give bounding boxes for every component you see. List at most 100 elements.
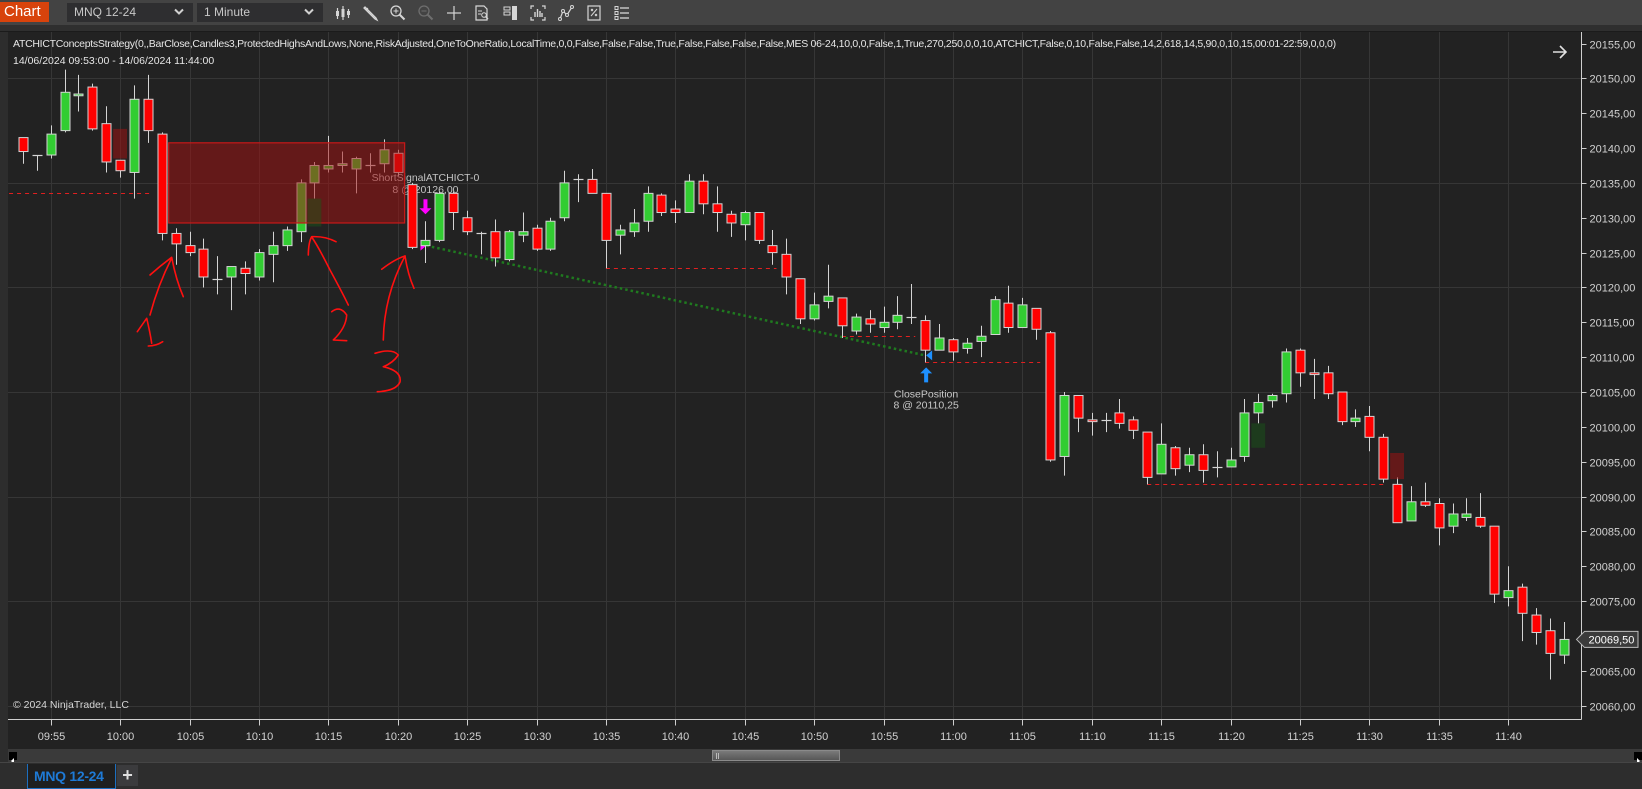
price-tick-label: 20095,00 <box>1590 458 1636 470</box>
candle-body-up <box>545 220 556 250</box>
last-price-label: 20069,50 <box>1589 634 1635 646</box>
candle-body-up <box>1503 590 1514 599</box>
candle-body-down <box>1531 614 1542 633</box>
scrollbar-thumb[interactable] <box>712 750 840 761</box>
time-tick-label: 11:25 <box>1287 731 1314 743</box>
bullish-zone[interactable] <box>1251 423 1266 448</box>
candle-body-up <box>1184 454 1195 466</box>
price-tick-label: 20090,00 <box>1590 493 1636 505</box>
scroll-left-button[interactable] <box>9 752 17 764</box>
date-range-label: 14/06/2024 09:53:00 - 14/06/2024 11:44:0… <box>13 55 215 67</box>
price-tick-label: 20060,00 <box>1590 702 1636 714</box>
navigate-right-arrow-icon[interactable] <box>1551 44 1569 60</box>
candle <box>1392 477 1403 524</box>
candle-body-down <box>407 184 418 248</box>
candle-body-up <box>823 295 834 302</box>
bearish-zone[interactable] <box>1390 452 1404 480</box>
candle-body-down <box>1031 307 1042 330</box>
candle-body-down <box>948 339 959 353</box>
candle-body-down <box>1337 391 1348 423</box>
time-tick-label: 10:20 <box>385 731 413 743</box>
candle-body-up <box>809 304 820 320</box>
crosshair-icon[interactable] <box>445 4 463 22</box>
candle-body-down <box>101 123 112 163</box>
candle-body-down <box>198 248 209 278</box>
candle <box>754 212 765 244</box>
candle-body-up <box>1267 394 1278 402</box>
templates-icon[interactable] <box>585 4 603 22</box>
candle-body-down <box>754 212 765 241</box>
chevron-down-icon <box>174 8 184 15</box>
time-tick-label: 10:45 <box>732 731 760 743</box>
copyright-label: © 2024 NinjaTrader, LLC <box>13 699 129 711</box>
add-tab-button[interactable]: + <box>117 765 138 786</box>
candle-body-up <box>892 314 903 323</box>
candle <box>1489 525 1500 603</box>
exit-fill-label: 8 @ 20110,25 <box>893 399 959 411</box>
price-tick-label: 20125,00 <box>1590 249 1636 261</box>
strategies-icon[interactable] <box>557 4 575 22</box>
indicators-icon[interactable] <box>613 4 631 22</box>
candle-body-up <box>60 91 71 132</box>
candle-body-down <box>1045 332 1056 461</box>
bar-type-icon[interactable] <box>334 4 352 22</box>
candle-body-up <box>684 180 695 214</box>
candle-body-up <box>1226 459 1237 468</box>
candle-body-up <box>46 133 57 156</box>
candle-body-up <box>934 337 945 351</box>
tab-mnq-12-24[interactable]: MNQ 12-24 <box>27 764 116 789</box>
candle-body-up <box>1350 417 1361 423</box>
candle <box>1337 391 1348 426</box>
price-tick-label: 20135,00 <box>1590 179 1636 191</box>
candle-body-down <box>1392 483 1403 524</box>
price-chart[interactable]: ShortSignalATCHICT-08 @ 20126,00ClosePos… <box>0 0 1642 749</box>
price-tick-label: 20065,00 <box>1590 667 1636 679</box>
interval-dropdown[interactable]: 1 Minute <box>197 3 323 22</box>
bullish-zone[interactable] <box>307 198 322 227</box>
window-left-border <box>0 32 8 763</box>
zoom-out-icon[interactable] <box>417 4 435 22</box>
scroll-right-button[interactable] <box>1634 752 1642 764</box>
candle <box>532 224 543 251</box>
candle-body-down <box>462 217 473 233</box>
candle-body-down <box>1434 503 1445 529</box>
price-tick-label: 20120,00 <box>1590 283 1636 295</box>
candle-body-down <box>115 159 126 172</box>
horizontal-scrollbar[interactable] <box>8 749 1642 764</box>
instrument-dropdown[interactable]: MNQ 12-24 <box>67 3 193 22</box>
candle-body-up <box>851 316 862 332</box>
bearish-zone[interactable] <box>168 142 406 224</box>
candle <box>1378 433 1389 483</box>
chart-trader-icon[interactable] <box>502 4 520 22</box>
candle <box>795 278 806 325</box>
candle-body-down <box>1087 419 1098 423</box>
time-tick-label: 10:40 <box>662 731 690 743</box>
drawing-tools-pencil-icon[interactable] <box>361 4 379 22</box>
price-tick-label: 20145,00 <box>1590 109 1636 121</box>
candle-body-up <box>615 229 626 236</box>
zoom-in-icon[interactable] <box>389 4 407 22</box>
time-tick-label: 10:00 <box>107 731 135 743</box>
candle-body-down <box>726 213 737 224</box>
bearish-zone[interactable] <box>113 128 128 159</box>
time-tick-label: 10:15 <box>315 731 343 743</box>
candle <box>656 193 667 217</box>
strategy-label[interactable]: ATCHICTConceptsStrategy(0,,BarClose,Cand… <box>13 37 1336 51</box>
candle-body-down <box>1073 394 1084 419</box>
candle-body-down <box>1142 431 1153 478</box>
candle-body-down <box>1309 372 1320 376</box>
candle-body-down <box>1517 586 1528 614</box>
candle <box>990 296 1001 335</box>
candle-body-down <box>837 297 848 327</box>
candle-body-up <box>73 93 84 97</box>
candle-body-down <box>1489 525 1500 595</box>
data-box-icon[interactable] <box>473 4 491 22</box>
candle-body-up <box>434 192 445 241</box>
price-tick-label: 20155,00 <box>1590 40 1636 52</box>
last-price-marker: 20069,50 <box>1575 630 1639 648</box>
candle-body-down <box>601 192 612 241</box>
candle-body-down <box>670 208 681 214</box>
chart-tab[interactable]: Chart <box>0 2 49 22</box>
snapshot-icon[interactable] <box>529 4 547 22</box>
candle-body-up <box>559 182 570 219</box>
